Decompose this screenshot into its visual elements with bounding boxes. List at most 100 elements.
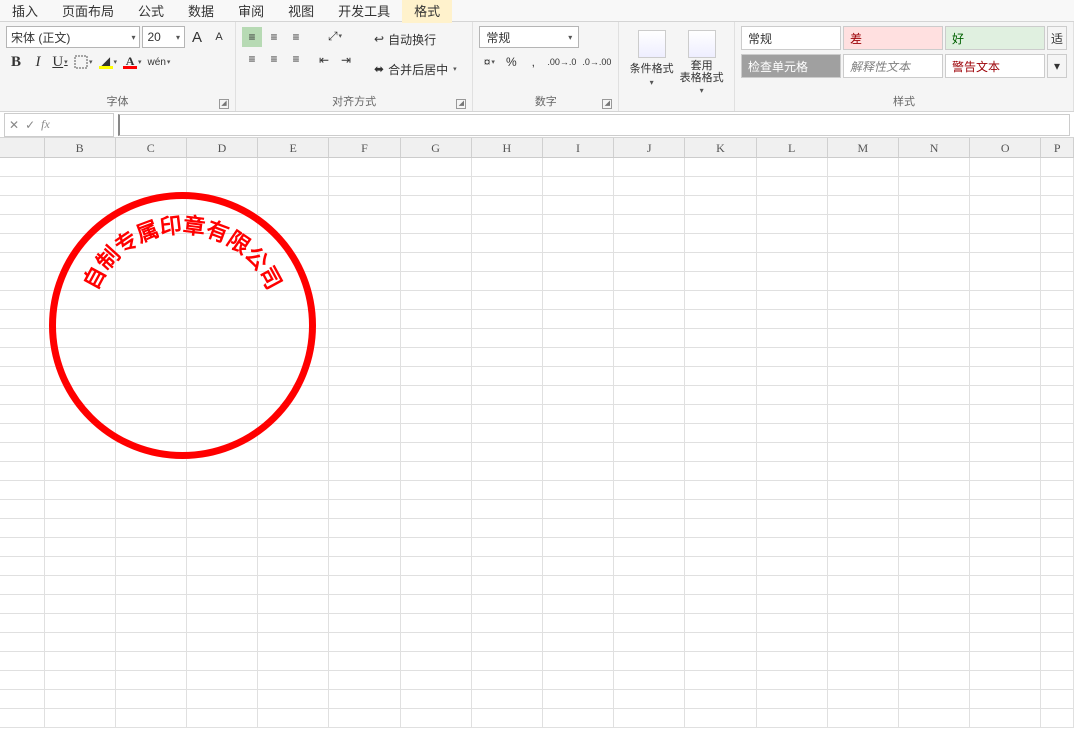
increase-decimal-button[interactable]: .00→.0 bbox=[545, 52, 578, 72]
grid-cell[interactable] bbox=[401, 538, 472, 557]
grid-cell[interactable] bbox=[187, 595, 258, 614]
grid-cell[interactable] bbox=[45, 443, 116, 462]
grid-cell[interactable] bbox=[329, 329, 400, 348]
decrease-decimal-button[interactable]: .0→.00 bbox=[580, 52, 613, 72]
grid-cell[interactable] bbox=[543, 177, 614, 196]
grid-cell[interactable] bbox=[614, 690, 685, 709]
grid-cell[interactable] bbox=[258, 500, 329, 519]
grid-cell[interactable] bbox=[116, 253, 187, 272]
grid-cell[interactable] bbox=[329, 424, 400, 443]
grid-cell[interactable] bbox=[258, 633, 329, 652]
grid-cell[interactable] bbox=[401, 310, 472, 329]
grid-cell[interactable] bbox=[187, 405, 258, 424]
grid-cell[interactable] bbox=[685, 386, 756, 405]
grid-cell[interactable] bbox=[757, 348, 828, 367]
grid-cell[interactable] bbox=[45, 272, 116, 291]
grid-cell[interactable] bbox=[828, 671, 899, 690]
border-button[interactable] bbox=[72, 52, 95, 72]
grid-cell[interactable] bbox=[828, 500, 899, 519]
align-right-button[interactable]: ≡ bbox=[286, 49, 306, 69]
grid-cell[interactable] bbox=[970, 196, 1041, 215]
grid-cell[interactable] bbox=[45, 690, 116, 709]
grid-cell[interactable] bbox=[899, 253, 970, 272]
grid-cell[interactable] bbox=[0, 367, 45, 386]
grid-cell[interactable] bbox=[401, 196, 472, 215]
grid-cell[interactable] bbox=[187, 538, 258, 557]
grid-cell[interactable] bbox=[187, 329, 258, 348]
grid-cell[interactable] bbox=[685, 424, 756, 443]
grid-cell[interactable] bbox=[329, 690, 400, 709]
grid-cell[interactable] bbox=[1041, 386, 1074, 405]
align-left-button[interactable]: ≡ bbox=[242, 49, 262, 69]
grid-cell[interactable] bbox=[45, 481, 116, 500]
grid-cell[interactable] bbox=[187, 519, 258, 538]
grid-cell[interactable] bbox=[614, 348, 685, 367]
grid-cell[interactable] bbox=[116, 614, 187, 633]
grid-cell[interactable] bbox=[543, 234, 614, 253]
grid-cell[interactable] bbox=[472, 253, 543, 272]
grid-cell[interactable] bbox=[828, 405, 899, 424]
grid-cell[interactable] bbox=[970, 671, 1041, 690]
grid-cell[interactable] bbox=[187, 386, 258, 405]
grid-cell[interactable] bbox=[543, 405, 614, 424]
grid-cell[interactable] bbox=[0, 595, 45, 614]
grid-cell[interactable] bbox=[472, 196, 543, 215]
grid-cell[interactable] bbox=[329, 462, 400, 481]
percent-button[interactable]: % bbox=[501, 52, 521, 72]
grid-cell[interactable] bbox=[614, 443, 685, 462]
grid-cell[interactable] bbox=[828, 386, 899, 405]
grid-cell[interactable] bbox=[45, 671, 116, 690]
grid-cell[interactable] bbox=[970, 234, 1041, 253]
grid-cell[interactable] bbox=[1041, 633, 1074, 652]
align-center-button[interactable]: ≡ bbox=[264, 49, 284, 69]
grid-cell[interactable] bbox=[614, 405, 685, 424]
grid-cell[interactable] bbox=[401, 481, 472, 500]
grid-cell[interactable] bbox=[685, 348, 756, 367]
grid-cell[interactable] bbox=[1041, 538, 1074, 557]
grid-cell[interactable] bbox=[258, 158, 329, 177]
orientation-button[interactable]: ⤢ bbox=[314, 26, 356, 46]
grid-cell[interactable] bbox=[614, 253, 685, 272]
cancel-icon[interactable]: ✕ bbox=[9, 118, 19, 132]
grid-cell[interactable] bbox=[45, 633, 116, 652]
grid-cell[interactable] bbox=[614, 215, 685, 234]
grid-cell[interactable] bbox=[1041, 177, 1074, 196]
enter-icon[interactable]: ✓ bbox=[25, 118, 35, 132]
grid-cell[interactable] bbox=[543, 500, 614, 519]
grid-cell[interactable] bbox=[828, 424, 899, 443]
grid-cell[interactable] bbox=[258, 310, 329, 329]
grid-cell[interactable] bbox=[0, 234, 45, 253]
grid-cell[interactable] bbox=[116, 500, 187, 519]
grid-cell[interactable] bbox=[757, 291, 828, 310]
grid-cell[interactable] bbox=[1041, 576, 1074, 595]
grid-cell[interactable] bbox=[757, 329, 828, 348]
column-header[interactable]: D bbox=[187, 138, 258, 157]
grid-cell[interactable] bbox=[1041, 367, 1074, 386]
column-header[interactable]: F bbox=[329, 138, 400, 157]
grid-cell[interactable] bbox=[1041, 348, 1074, 367]
grid-cell[interactable] bbox=[45, 424, 116, 443]
grid-cell[interactable] bbox=[899, 633, 970, 652]
tab-insert[interactable]: 插入 bbox=[0, 0, 50, 23]
grid-cell[interactable] bbox=[543, 462, 614, 481]
grid-cell[interactable] bbox=[899, 329, 970, 348]
grid-cell[interactable] bbox=[258, 652, 329, 671]
grid-cell[interactable] bbox=[685, 272, 756, 291]
grid-cell[interactable] bbox=[1041, 291, 1074, 310]
grid-cell[interactable] bbox=[258, 538, 329, 557]
grid-cell[interactable] bbox=[472, 519, 543, 538]
grid-cell[interactable] bbox=[45, 709, 116, 728]
cell-style-note[interactable]: 解释性文本 bbox=[843, 54, 943, 78]
grid-cell[interactable] bbox=[45, 538, 116, 557]
grid-cell[interactable] bbox=[472, 709, 543, 728]
grid-cell[interactable] bbox=[828, 196, 899, 215]
grid-cell[interactable] bbox=[899, 652, 970, 671]
grid-cell[interactable] bbox=[1041, 595, 1074, 614]
grid-cell[interactable] bbox=[45, 177, 116, 196]
grid-cell[interactable] bbox=[899, 272, 970, 291]
grid-cell[interactable] bbox=[828, 443, 899, 462]
grid-cell[interactable] bbox=[401, 291, 472, 310]
grid-cell[interactable] bbox=[116, 291, 187, 310]
grid-cell[interactable] bbox=[472, 405, 543, 424]
grid-cell[interactable] bbox=[828, 348, 899, 367]
